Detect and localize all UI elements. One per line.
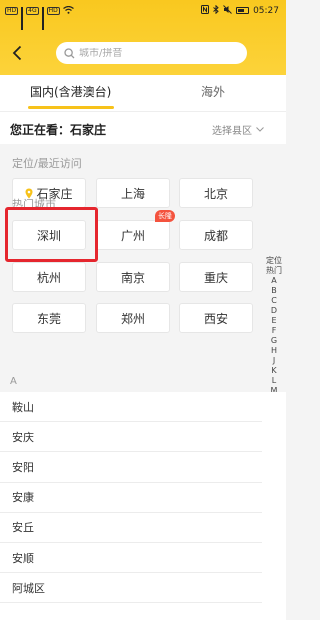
index-letter[interactable]: B: [271, 286, 277, 296]
chevron-down-icon: [256, 127, 264, 132]
city-list: 鞍山 安庆 安阳 安康 安丘 安顺 阿城区: [0, 392, 262, 604]
signal-icon: [21, 7, 24, 30]
city-label: 南京: [120, 270, 145, 285]
list-item[interactable]: 鞍山: [0, 392, 262, 423]
district-select-button[interactable]: 选择县区: [212, 122, 264, 137]
index-letter[interactable]: F: [272, 326, 277, 336]
tab-domestic[interactable]: 国内(含港澳台): [30, 83, 111, 100]
city-label: 成都: [203, 228, 228, 243]
current-city-bar: 您正在看：石家庄 选择县区: [0, 111, 286, 144]
search-icon: [64, 47, 75, 58]
recent-city-button[interactable]: 北京: [179, 178, 253, 208]
index-letter[interactable]: L: [272, 376, 276, 386]
back-button[interactable]: [6, 40, 28, 66]
city-label: 杭州: [36, 270, 61, 285]
list-item[interactable]: 安丘: [0, 512, 262, 543]
index-letter[interactable]: D: [271, 306, 277, 316]
tab-overseas[interactable]: 海外: [201, 83, 225, 100]
hot-city-button[interactable]: 杭州: [12, 262, 86, 292]
index-letter[interactable]: A: [271, 276, 276, 286]
clock: 05:27: [253, 5, 279, 16]
mute-icon: [223, 5, 232, 16]
network-hd-icon: HD: [5, 7, 19, 15]
hot-city-button[interactable]: 广州 长隆: [96, 210, 175, 250]
recent-city-button[interactable]: 上海: [96, 178, 170, 208]
district-select-label: 选择县区: [212, 126, 252, 137]
list-item[interactable]: 安康: [0, 482, 262, 513]
current-city-label: 您正在看：石家庄: [10, 123, 107, 137]
nfc-icon: [201, 5, 210, 16]
hot-city-button[interactable]: 西安: [179, 303, 253, 333]
search-box[interactable]: [56, 42, 247, 64]
letter-group-header: A: [10, 376, 17, 387]
city-label: 东莞: [36, 311, 61, 326]
index-letter[interactable]: J: [273, 356, 275, 366]
hot-city-button[interactable]: 郑州: [96, 303, 170, 333]
city-label: 郑州: [120, 311, 145, 326]
hot-city-button[interactable]: 重庆: [179, 262, 253, 292]
battery-icon: [236, 7, 250, 14]
list-item[interactable]: 安阳: [0, 452, 262, 483]
index-letter[interactable]: H: [271, 346, 277, 356]
promo-badge: 长隆: [155, 210, 175, 222]
hot-city-button[interactable]: 南京: [96, 262, 170, 292]
index-letter[interactable]: E: [271, 316, 276, 326]
index-letter[interactable]: G: [271, 336, 277, 346]
list-item[interactable]: 阿城区: [0, 573, 262, 604]
highlight-annotation: [5, 207, 98, 262]
wifi-icon: [62, 5, 74, 16]
bluetooth-icon: [213, 4, 219, 16]
city-label: 重庆: [203, 270, 228, 285]
network-4g-icon: 4G: [26, 7, 39, 15]
city-label: 西安: [203, 311, 228, 326]
tab-indicator: [28, 106, 114, 109]
location-section-title: 定位/最近访问: [12, 157, 82, 170]
index-letter[interactable]: C: [271, 296, 277, 306]
index-location[interactable]: 定位: [266, 256, 282, 266]
signal-icon-2: [41, 7, 44, 30]
header: HD 4G HD 05:27: [0, 0, 286, 75]
hot-city-button[interactable]: 成都: [179, 220, 253, 250]
index-letter[interactable]: K: [271, 366, 276, 376]
list-item[interactable]: 安顺: [0, 542, 262, 574]
search-input[interactable]: [79, 47, 229, 59]
city-label: 上海: [120, 186, 145, 201]
status-bar: HD 4G HD 05:27: [0, 0, 286, 30]
hot-city-button[interactable]: 东莞: [12, 303, 86, 333]
chevron-left-icon: [12, 45, 22, 61]
network-hd-icon-2: HD: [46, 7, 60, 15]
city-label: 广州: [120, 228, 145, 243]
index-hot[interactable]: 热门: [266, 266, 282, 276]
city-label: 北京: [203, 186, 228, 201]
list-item[interactable]: 安庆: [0, 422, 262, 453]
tab-bar: 国内(含港澳台) 海外: [0, 75, 286, 111]
